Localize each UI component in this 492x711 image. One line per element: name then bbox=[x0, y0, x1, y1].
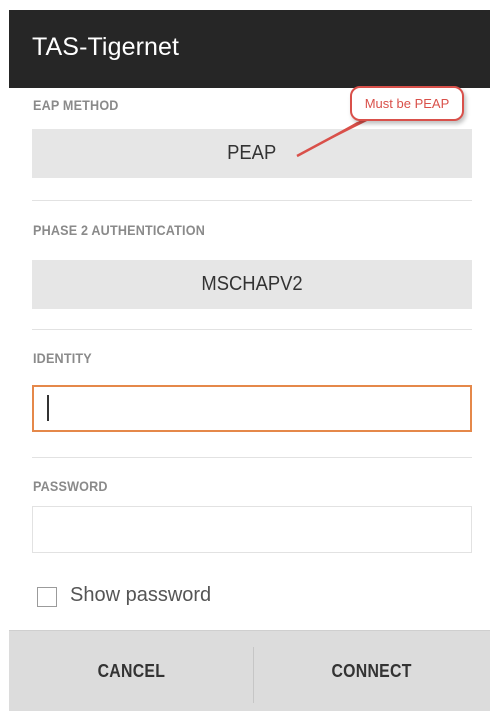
eap-method-label: EAP METHOD bbox=[33, 97, 119, 113]
divider bbox=[32, 329, 472, 330]
phase2-auth-value: MSCHAPV2 bbox=[201, 273, 303, 295]
annotation-callout: Must be PEAP bbox=[350, 86, 464, 121]
identity-label: IDENTITY bbox=[33, 350, 92, 366]
connect-button[interactable]: CONNECT bbox=[254, 631, 490, 711]
phase2-auth-select[interactable]: MSCHAPV2 bbox=[32, 260, 472, 309]
cancel-button[interactable]: CANCEL bbox=[9, 631, 253, 711]
show-password-checkbox[interactable] bbox=[37, 587, 57, 607]
divider bbox=[32, 457, 472, 458]
connect-button-label: CONNECT bbox=[331, 660, 413, 681]
password-input[interactable] bbox=[32, 506, 472, 553]
dialog-title-bar: TAS-Tigernet bbox=[9, 10, 490, 89]
cancel-button-label: CANCEL bbox=[97, 660, 165, 681]
password-label: PASSWORD bbox=[33, 478, 108, 494]
eap-method-value: PEAP bbox=[227, 142, 277, 164]
identity-input[interactable] bbox=[32, 385, 472, 432]
dialog-title: TAS-Tigernet bbox=[32, 33, 180, 61]
show-password-label[interactable]: Show password bbox=[70, 584, 211, 607]
text-caret bbox=[47, 395, 49, 421]
eap-method-select[interactable]: PEAP bbox=[32, 129, 472, 178]
divider bbox=[32, 200, 472, 201]
dialog-content: EAP METHOD PEAP PHASE 2 AUTHENTICATION M… bbox=[9, 88, 490, 630]
dialog-button-bar: CANCEL CONNECT bbox=[9, 630, 490, 711]
phase2-auth-label: PHASE 2 AUTHENTICATION bbox=[33, 222, 205, 238]
